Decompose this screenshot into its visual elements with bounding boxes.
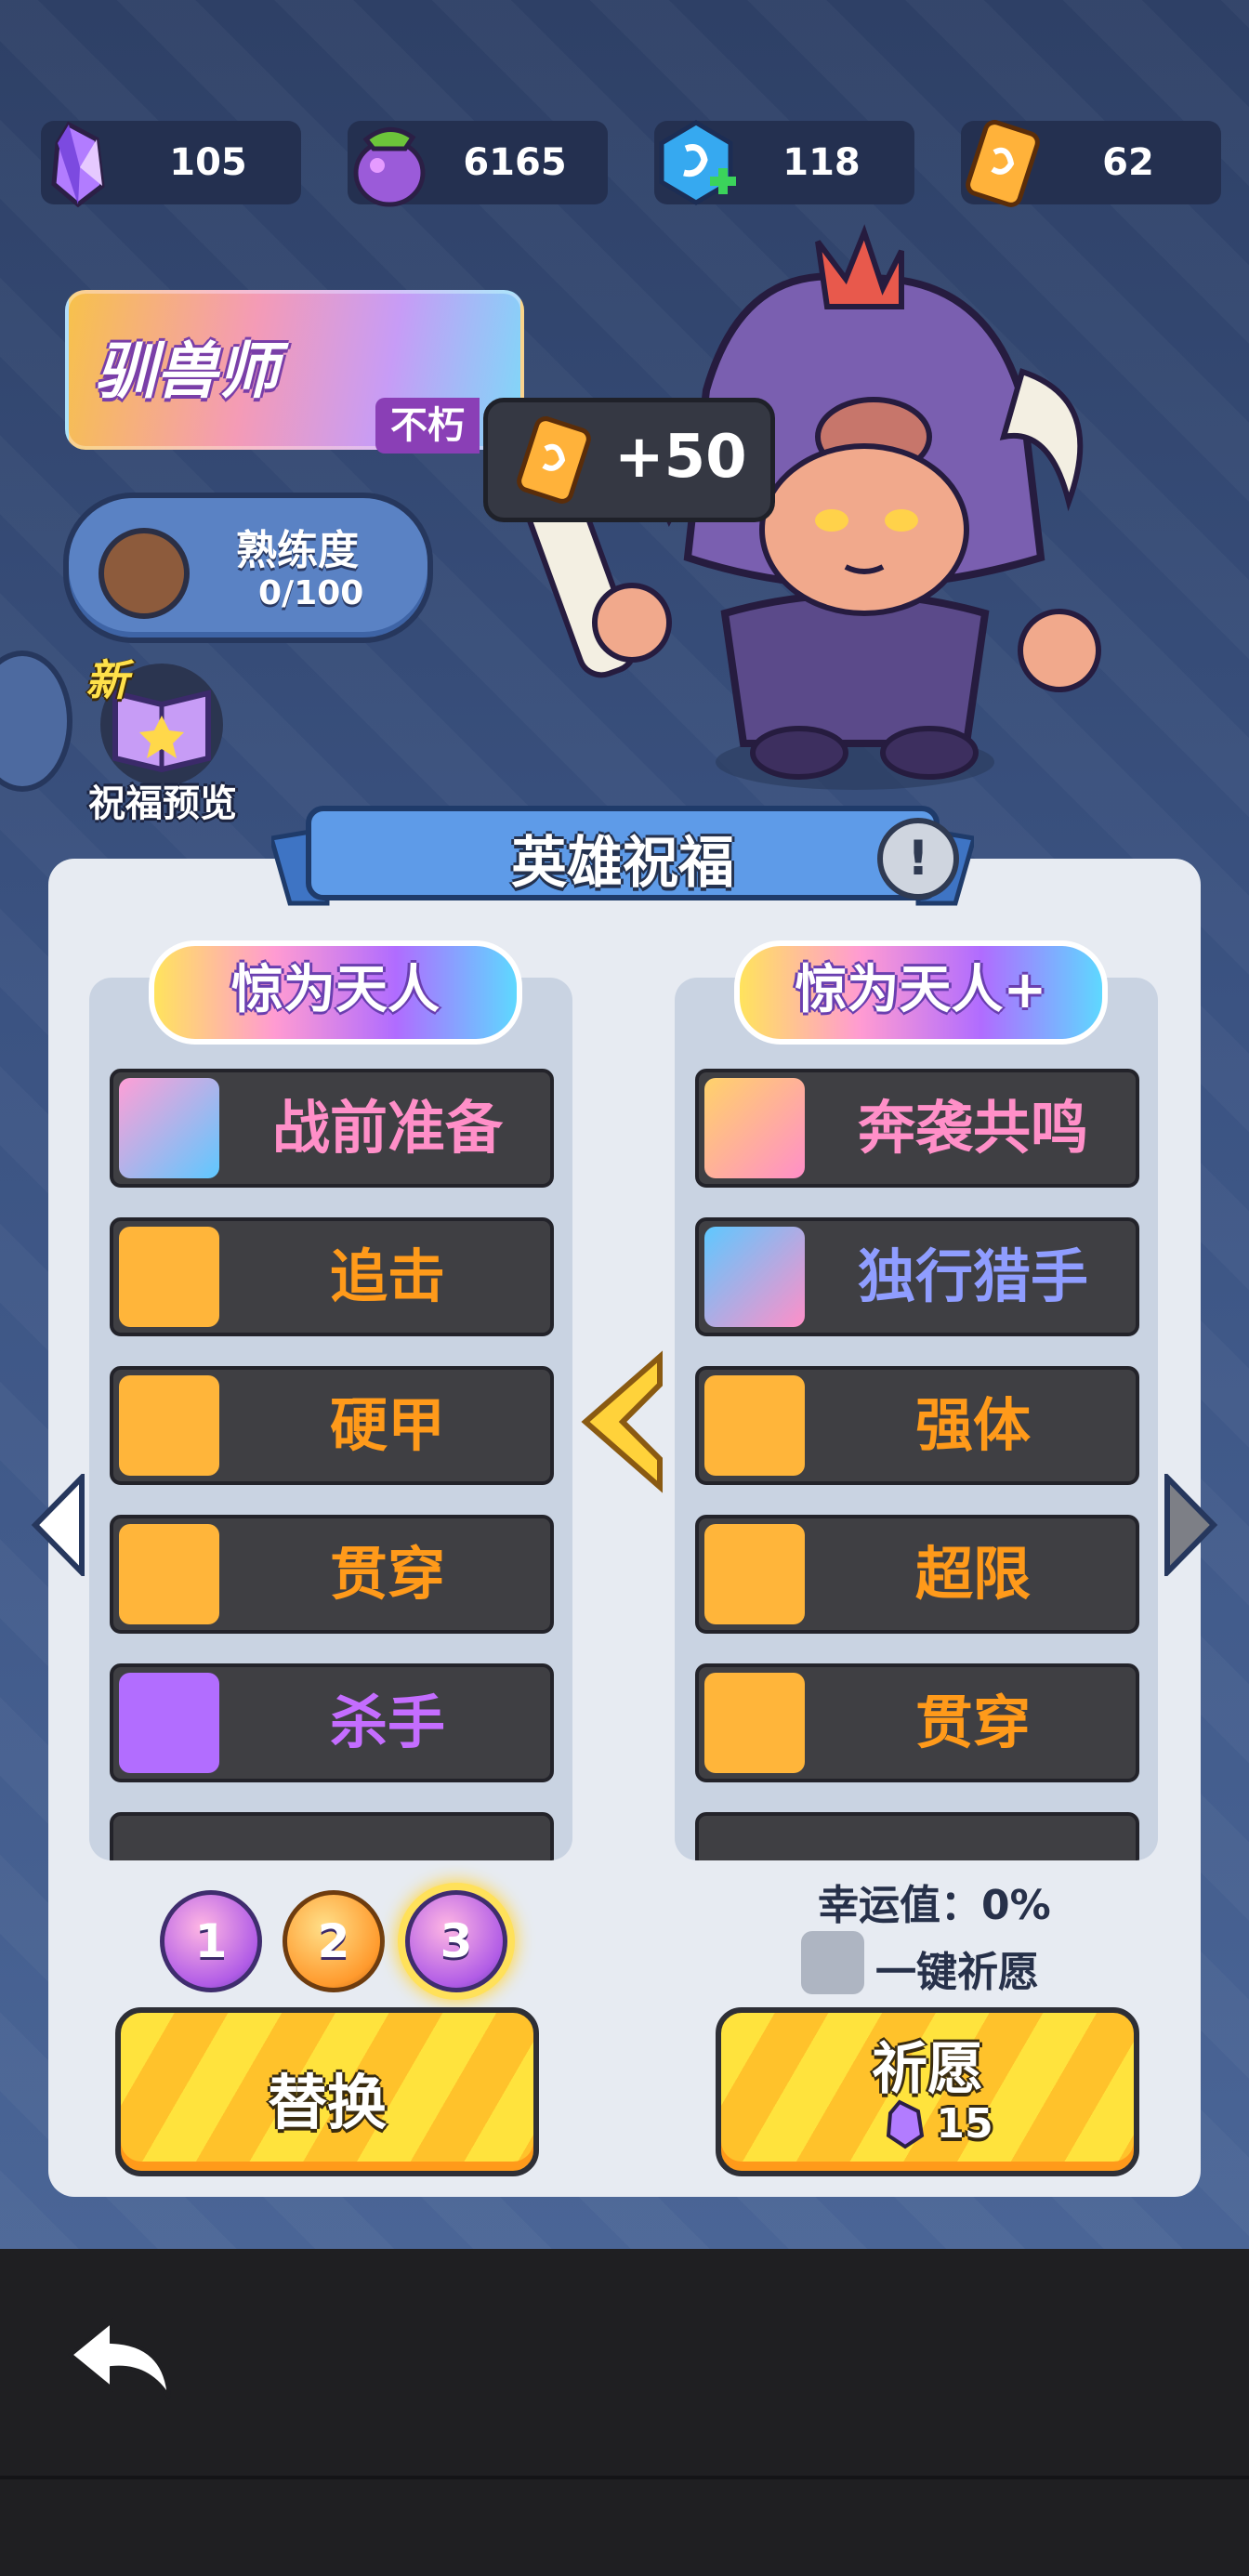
pray-button[interactable]: 祈愿 15 bbox=[716, 2007, 1139, 2176]
blessing-item[interactable]: 独行猎手 bbox=[695, 1217, 1139, 1336]
resource-ticket[interactable]: 62 bbox=[961, 120, 1221, 207]
back-arrow-icon[interactable] bbox=[65, 2312, 177, 2405]
swap-arrow-icon[interactable] bbox=[576, 1347, 669, 1496]
blessing-name: 杀手 bbox=[329, 1689, 445, 1756]
chevron-right-icon[interactable] bbox=[1160, 1474, 1219, 1576]
proficiency-panel[interactable]: 熟练度 0/100 bbox=[63, 493, 433, 643]
right-column-title: 惊为天人+ bbox=[734, 940, 1108, 1045]
info-button[interactable]: ! bbox=[877, 818, 959, 900]
pierce-arrow-icon bbox=[119, 1524, 219, 1624]
heart-icon bbox=[704, 1375, 805, 1476]
blessing-name: 强体 bbox=[914, 1391, 1031, 1459]
blessing-name: 超限 bbox=[914, 1540, 1031, 1608]
chevron-left-icon[interactable] bbox=[30, 1474, 89, 1576]
resource-value: 118 bbox=[782, 141, 861, 184]
auto-pray-checkbox[interactable] bbox=[801, 1931, 864, 1994]
blessing-item[interactable]: 战前准备 bbox=[110, 1069, 554, 1188]
blessing-item[interactable]: 强体 bbox=[695, 1366, 1139, 1485]
resource-value: 105 bbox=[169, 141, 247, 184]
auto-pray-label: 一键祈愿 bbox=[875, 1949, 1039, 1996]
blessing-item[interactable]: 追击 bbox=[110, 1217, 554, 1336]
page-button-3[interactable]: 3 bbox=[405, 1890, 507, 1992]
blessing-name: 战前准备 bbox=[271, 1094, 503, 1162]
blessing-name: 奔袭共鸣 bbox=[857, 1094, 1088, 1162]
panel-title: 英雄祝福 bbox=[511, 831, 734, 896]
resonance-icon bbox=[704, 1078, 805, 1178]
bomb-icon bbox=[119, 1375, 219, 1476]
bottom-bar bbox=[0, 2249, 1249, 2576]
proficiency-icon bbox=[99, 528, 190, 619]
resource-value: 6165 bbox=[463, 141, 567, 184]
blessing-preview-label: 祝福预览 bbox=[88, 782, 237, 825]
blessing-item[interactable]: 杀手 bbox=[110, 1663, 554, 1782]
blessing-name: 贯穿 bbox=[914, 1689, 1031, 1756]
reward-value: +50 bbox=[614, 423, 747, 492]
class-title: 驯兽师 bbox=[95, 335, 279, 407]
new-tag: 新 bbox=[85, 655, 128, 705]
blessing-preview-button[interactable]: 新 祝福预览 bbox=[74, 651, 242, 827]
arrow-burst-icon bbox=[119, 1227, 219, 1327]
proficiency-label: 熟练度 bbox=[236, 527, 359, 574]
resource-potion[interactable]: 6165 bbox=[348, 121, 608, 207]
replace-label: 替换 bbox=[268, 2070, 387, 2138]
blessing-item[interactable]: 硬甲 bbox=[110, 1366, 554, 1485]
page-button-1[interactable]: 1 bbox=[160, 1890, 262, 1992]
replace-button[interactable]: 替换 bbox=[115, 2007, 539, 2176]
divider bbox=[0, 2476, 1249, 2479]
proficiency-value: 0/100 bbox=[258, 574, 364, 612]
blessing-item[interactable]: 超限 bbox=[695, 1515, 1139, 1634]
blessing-item[interactable]: 贯穿 bbox=[110, 1515, 554, 1634]
hunter-icon bbox=[704, 1227, 805, 1327]
pray-label: 祈愿 bbox=[872, 2037, 983, 2102]
page-button-2[interactable]: 2 bbox=[283, 1890, 385, 1992]
pierce-arrow-icon bbox=[704, 1673, 805, 1773]
luck-value: 幸运值：0% bbox=[818, 1882, 1051, 1929]
blessing-item[interactable]: 贯穿 bbox=[695, 1663, 1139, 1782]
right-blessing-column: 奔袭共鸣 独行猎手 强体 超限 贯穿 bbox=[675, 978, 1158, 1860]
blessing-item-partial[interactable] bbox=[110, 1812, 554, 1860]
blessing-name: 独行猎手 bbox=[857, 1242, 1088, 1310]
left-blessing-column: 战前准备 追击 硬甲 贯穿 杀手 bbox=[89, 978, 572, 1860]
dagger-icon bbox=[119, 1673, 219, 1773]
resource-value: 62 bbox=[1102, 141, 1154, 184]
blessing-item-partial[interactable] bbox=[695, 1812, 1139, 1860]
resource-rune[interactable]: 118 bbox=[654, 120, 914, 205]
blessing-name: 硬甲 bbox=[329, 1391, 445, 1459]
ticket-icon bbox=[517, 416, 591, 504]
blessing-item[interactable]: 奔袭共鸣 bbox=[695, 1069, 1139, 1188]
left-column-title: 惊为天人 bbox=[149, 940, 522, 1045]
blessing-name: 追击 bbox=[329, 1242, 445, 1310]
blessing-name: 贯穿 bbox=[329, 1540, 445, 1608]
wolf-icon bbox=[119, 1078, 219, 1178]
limit-icon bbox=[704, 1524, 805, 1624]
resource-crystal[interactable]: 105 bbox=[41, 121, 301, 208]
reward-bubble: +50 bbox=[483, 398, 775, 522]
pray-cost: 15 bbox=[936, 2100, 993, 2148]
